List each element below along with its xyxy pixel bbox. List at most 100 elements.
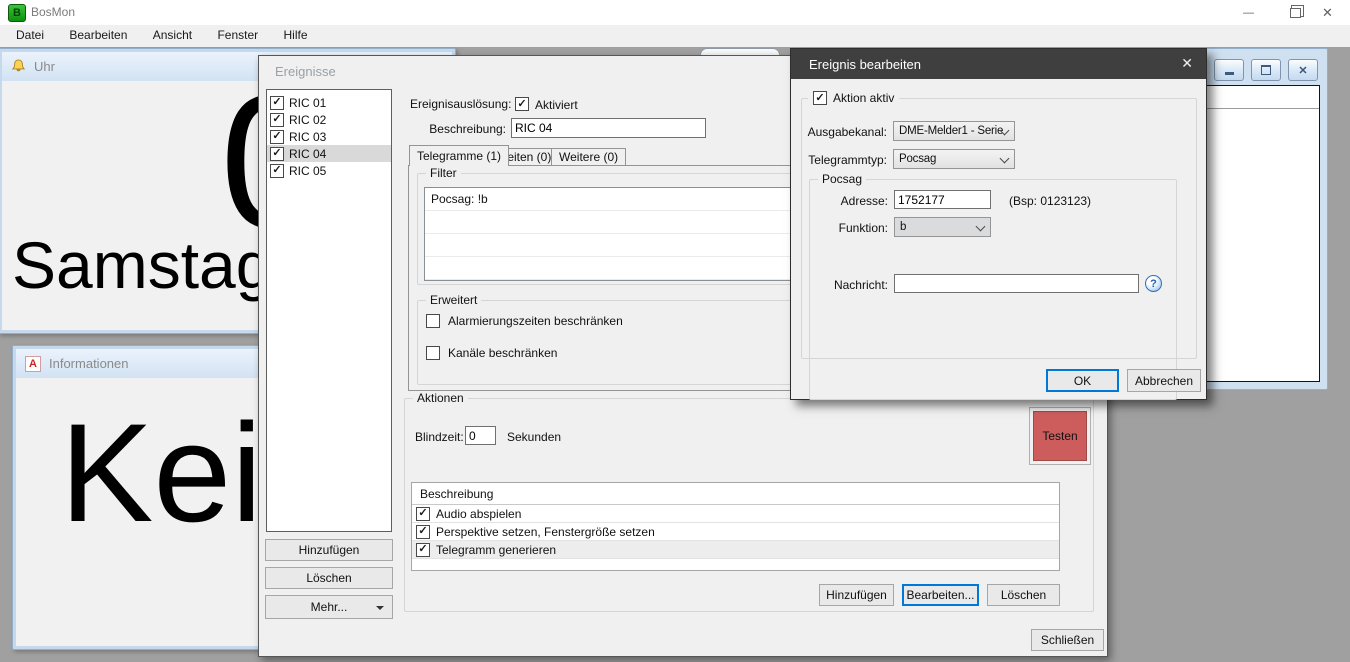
checkbox[interactable]: ✓	[416, 507, 430, 521]
mdi-minimize-button[interactable]	[1214, 59, 1244, 81]
action-label: Perspektive setzen, Fenstergröße setzen	[436, 525, 655, 539]
edit-dialog-close-button[interactable]: ✕	[1181, 56, 1193, 70]
description-input[interactable]	[511, 118, 706, 138]
channels-label: Kanäle beschränken	[448, 346, 557, 360]
telegrammtyp-select[interactable]: Pocsag	[893, 149, 1015, 169]
list-item-selected[interactable]: ✓ RIC 04	[267, 145, 391, 162]
ric-add-button[interactable]: Hinzufügen	[265, 539, 393, 561]
funktion-select[interactable]: b	[894, 217, 991, 237]
trigger-checkbox-label: Aktiviert	[535, 98, 578, 112]
checkbox[interactable]: ✓	[416, 543, 430, 557]
minimize-icon	[1225, 72, 1234, 75]
nachricht-input[interactable]	[894, 274, 1139, 293]
action-label: Telegramm generieren	[436, 543, 556, 557]
filter-text: Pocsag: !b	[431, 192, 488, 206]
telegrammtyp-value: Pocsag	[899, 153, 936, 165]
testen-frame: Testen	[1029, 407, 1091, 465]
list-item[interactable]: ✓ RIC 01	[267, 94, 391, 111]
ric-label: RIC 02	[289, 113, 326, 127]
action-row[interactable]: ✓ Audio abspielen	[412, 505, 1059, 523]
action-add-button[interactable]: Hinzufügen	[819, 584, 894, 606]
channels-row: Kanäle beschränken	[426, 346, 557, 360]
channels-checkbox[interactable]	[426, 346, 440, 360]
adresse-label: Adresse:	[831, 194, 888, 208]
close-icon: ✕	[1322, 5, 1333, 21]
nachricht-label: Nachricht:	[825, 278, 888, 292]
trigger-checkbox[interactable]: ✓	[515, 97, 529, 111]
funktion-label: Funktion:	[831, 221, 888, 235]
ric-more-button[interactable]: Mehr...	[265, 595, 393, 619]
filter-legend: Filter	[426, 166, 461, 180]
mdi-caption-buttons: ✕	[1214, 59, 1318, 81]
clock-day-text: Samstag,	[12, 227, 291, 303]
telegrammtyp-label: Telegrammtyp:	[803, 153, 887, 167]
menu-hilfe[interactable]: Hilfe	[272, 25, 318, 46]
checkbox[interactable]: ✓	[416, 525, 430, 539]
description-label: Beschreibung:	[409, 122, 506, 136]
menubar: Datei Bearbeiten Ansicht Fenster Hilfe	[0, 25, 1350, 48]
mdi-close-button[interactable]: ✕	[1288, 59, 1318, 81]
aktionen-legend: Aktionen	[413, 391, 468, 405]
alarm-times-checkbox[interactable]	[426, 314, 440, 328]
abbrechen-button[interactable]: Abbrechen	[1127, 369, 1201, 392]
menu-datei[interactable]: Datei	[5, 25, 55, 46]
informationen-title: Informationen	[49, 356, 129, 371]
ausgabekanal-value: DME-Melder1 - Serie	[899, 125, 1003, 137]
checkbox[interactable]: ✓	[270, 96, 284, 110]
menu-fenster[interactable]: Fenster	[206, 25, 269, 46]
blindzeit-label: Blindzeit:	[415, 430, 464, 444]
ric-listbox[interactable]: ✓ RIC 01 ✓ RIC 02 ✓ RIC 03 ✓ RIC 04 ✓	[266, 89, 392, 532]
ausgabekanal-select[interactable]: DME-Melder1 - Serie	[893, 121, 1015, 141]
aktion-aktiv-checkbox[interactable]: ✓	[813, 91, 827, 105]
bosmon-app-window: B BosMon — ✕ Datei Bearbeiten Ansicht Fe…	[0, 0, 1350, 662]
menu-ansicht[interactable]: Ansicht	[142, 25, 203, 46]
tab-weitere[interactable]: Weitere (0)	[551, 148, 626, 166]
testen-button[interactable]: Testen	[1033, 411, 1087, 461]
more-label: Mehr...	[311, 600, 348, 614]
action-row-selected[interactable]: ✓ Telegramm generieren	[412, 541, 1059, 559]
checkbox[interactable]: ✓	[270, 130, 284, 144]
checkbox[interactable]: ✓	[270, 113, 284, 127]
ric-label: RIC 04	[289, 147, 326, 161]
list-item[interactable]: ✓ RIC 05	[267, 162, 391, 179]
window-title: BosMon	[31, 0, 75, 25]
actions-list[interactable]: Beschreibung ✓ Audio abspielen ✓ Perspek…	[411, 482, 1060, 571]
checkbox[interactable]: ✓	[270, 164, 284, 178]
dropdown-arrow-icon	[376, 606, 384, 610]
actions-header-label: Beschreibung	[420, 487, 493, 501]
alarm-times-row: Alarmierungszeiten beschränken	[426, 314, 623, 328]
edit-dialog-titlebar: Ereignis bearbeiten	[791, 49, 1206, 79]
app-icon: B	[8, 4, 26, 22]
checkbox[interactable]: ✓	[270, 147, 284, 161]
actions-list-header: Beschreibung	[412, 483, 1059, 505]
edit-dialog-title: Ereignis bearbeiten	[809, 57, 921, 72]
mdi-restore-button[interactable]	[1251, 59, 1281, 81]
list-item[interactable]: ✓ RIC 03	[267, 128, 391, 145]
tab-telegramme[interactable]: Telegramme (1)	[409, 145, 509, 166]
info-a-icon: A	[25, 356, 41, 372]
restore-icon	[1261, 65, 1271, 75]
pocsag-legend: Pocsag	[818, 172, 866, 186]
sekunden-label: Sekunden	[507, 430, 561, 444]
list-item[interactable]: ✓ RIC 02	[267, 111, 391, 128]
action-delete-button[interactable]: Löschen	[987, 584, 1060, 606]
funktion-value: b	[900, 221, 906, 233]
ok-button[interactable]: OK	[1046, 369, 1119, 392]
blindzeit-input[interactable]	[465, 426, 496, 445]
minimize-button[interactable]: —	[1226, 0, 1271, 25]
close-button[interactable]: ✕	[1305, 0, 1350, 25]
help-icon[interactable]: ?	[1145, 275, 1162, 292]
schliessen-button[interactable]: Schließen	[1031, 629, 1104, 651]
action-row[interactable]: ✓ Perspektive setzen, Fenstergröße setze…	[412, 523, 1059, 541]
restore-icon	[1290, 8, 1301, 18]
action-label: Audio abspielen	[436, 507, 521, 521]
ric-delete-button[interactable]: Löschen	[265, 567, 393, 589]
close-icon: ✕	[1298, 64, 1307, 77]
aktionen-groupbox: Aktionen Blindzeit: Sekunden Testen Besc…	[404, 398, 1094, 612]
aktion-aktiv-legend: ✓ Aktion aktiv	[808, 91, 899, 105]
main-titlebar: B BosMon — ✕	[0, 0, 1350, 25]
menu-bearbeiten[interactable]: Bearbeiten	[58, 25, 138, 46]
minimize-icon: —	[1243, 7, 1254, 19]
action-edit-button[interactable]: Bearbeiten...	[902, 584, 979, 606]
adresse-input[interactable]	[894, 190, 991, 209]
